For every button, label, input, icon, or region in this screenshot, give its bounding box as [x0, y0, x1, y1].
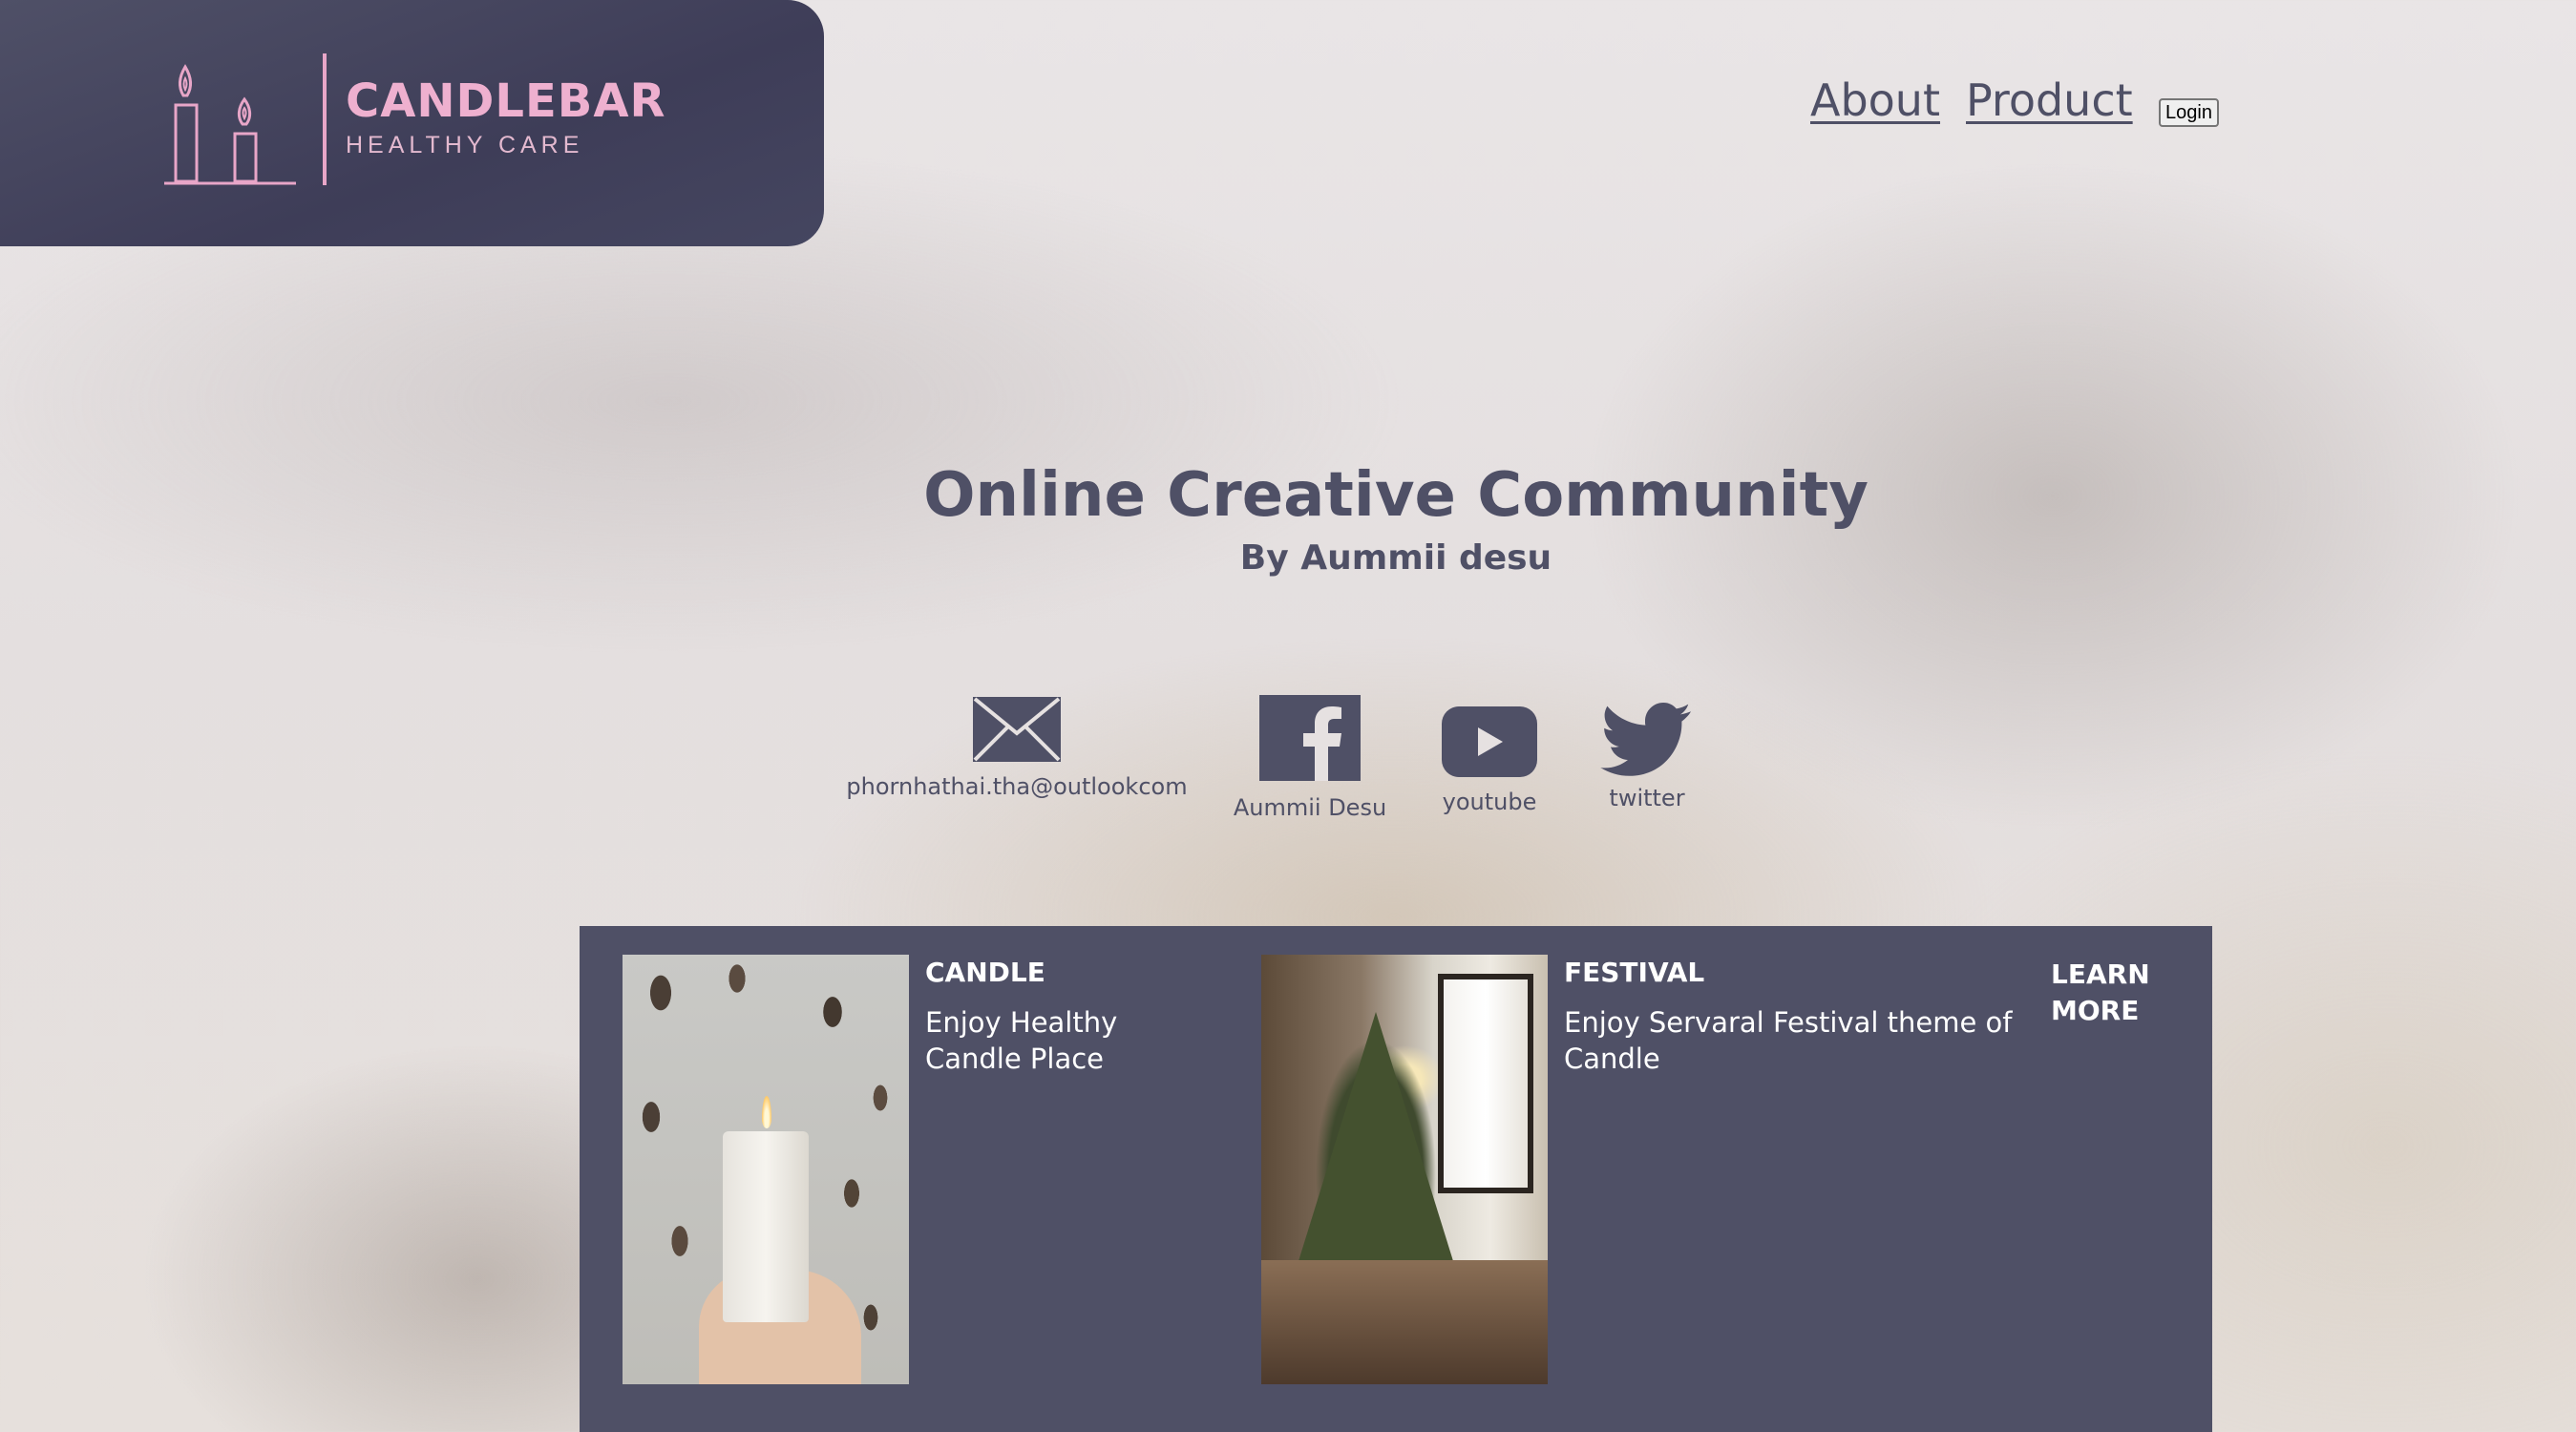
- hero-title: Online Creative Community: [923, 460, 1869, 531]
- social-youtube-label: youtube: [1442, 789, 1537, 815]
- social-twitter-link[interactable]: twitter: [1575, 703, 1719, 811]
- youtube-icon: [1442, 706, 1537, 777]
- learn-more-link[interactable]: LEARN MORE: [2051, 957, 2165, 1029]
- nav-link-about[interactable]: About: [1810, 74, 1940, 126]
- candle-shape: [723, 1131, 809, 1322]
- card-heading-festival: FESTIVAL: [1564, 957, 1705, 988]
- tree-shape: [1290, 1012, 1462, 1289]
- festival-photo: [1261, 955, 1548, 1384]
- candle-photo: [623, 955, 909, 1384]
- social-facebook-label: Aummii Desu: [1233, 794, 1387, 821]
- table-shape: [1261, 1260, 1548, 1384]
- login-button[interactable]: Login: [2159, 98, 2219, 127]
- features-panel: CANDLE Enjoy Healthy Candle Place FESTIV…: [580, 926, 2212, 1432]
- facebook-icon: [1259, 695, 1361, 781]
- hero-subtitle: By Aummii desu: [1239, 538, 1552, 578]
- flame-shape: [762, 1096, 771, 1128]
- card-heading-candle: CANDLE: [925, 957, 1045, 988]
- twitter-icon: [1600, 703, 1691, 776]
- social-youtube-link[interactable]: youtube: [1423, 706, 1556, 815]
- card-text-festival: Enjoy Servaral Festival theme of Candle: [1564, 1006, 2013, 1075]
- mail-icon: [973, 697, 1061, 762]
- social-facebook-link[interactable]: Aummii Desu: [1222, 695, 1398, 821]
- social-twitter-label: twitter: [1609, 785, 1685, 811]
- social-email-label: phornhathai.tha@outlookcom: [846, 773, 1188, 800]
- social-email-link[interactable]: phornhathai.tha@outlookcom: [840, 695, 1193, 800]
- card-text-candle: Enjoy Healthy Candle Place: [925, 1006, 1118, 1075]
- nav-link-product[interactable]: Product: [1966, 74, 2133, 126]
